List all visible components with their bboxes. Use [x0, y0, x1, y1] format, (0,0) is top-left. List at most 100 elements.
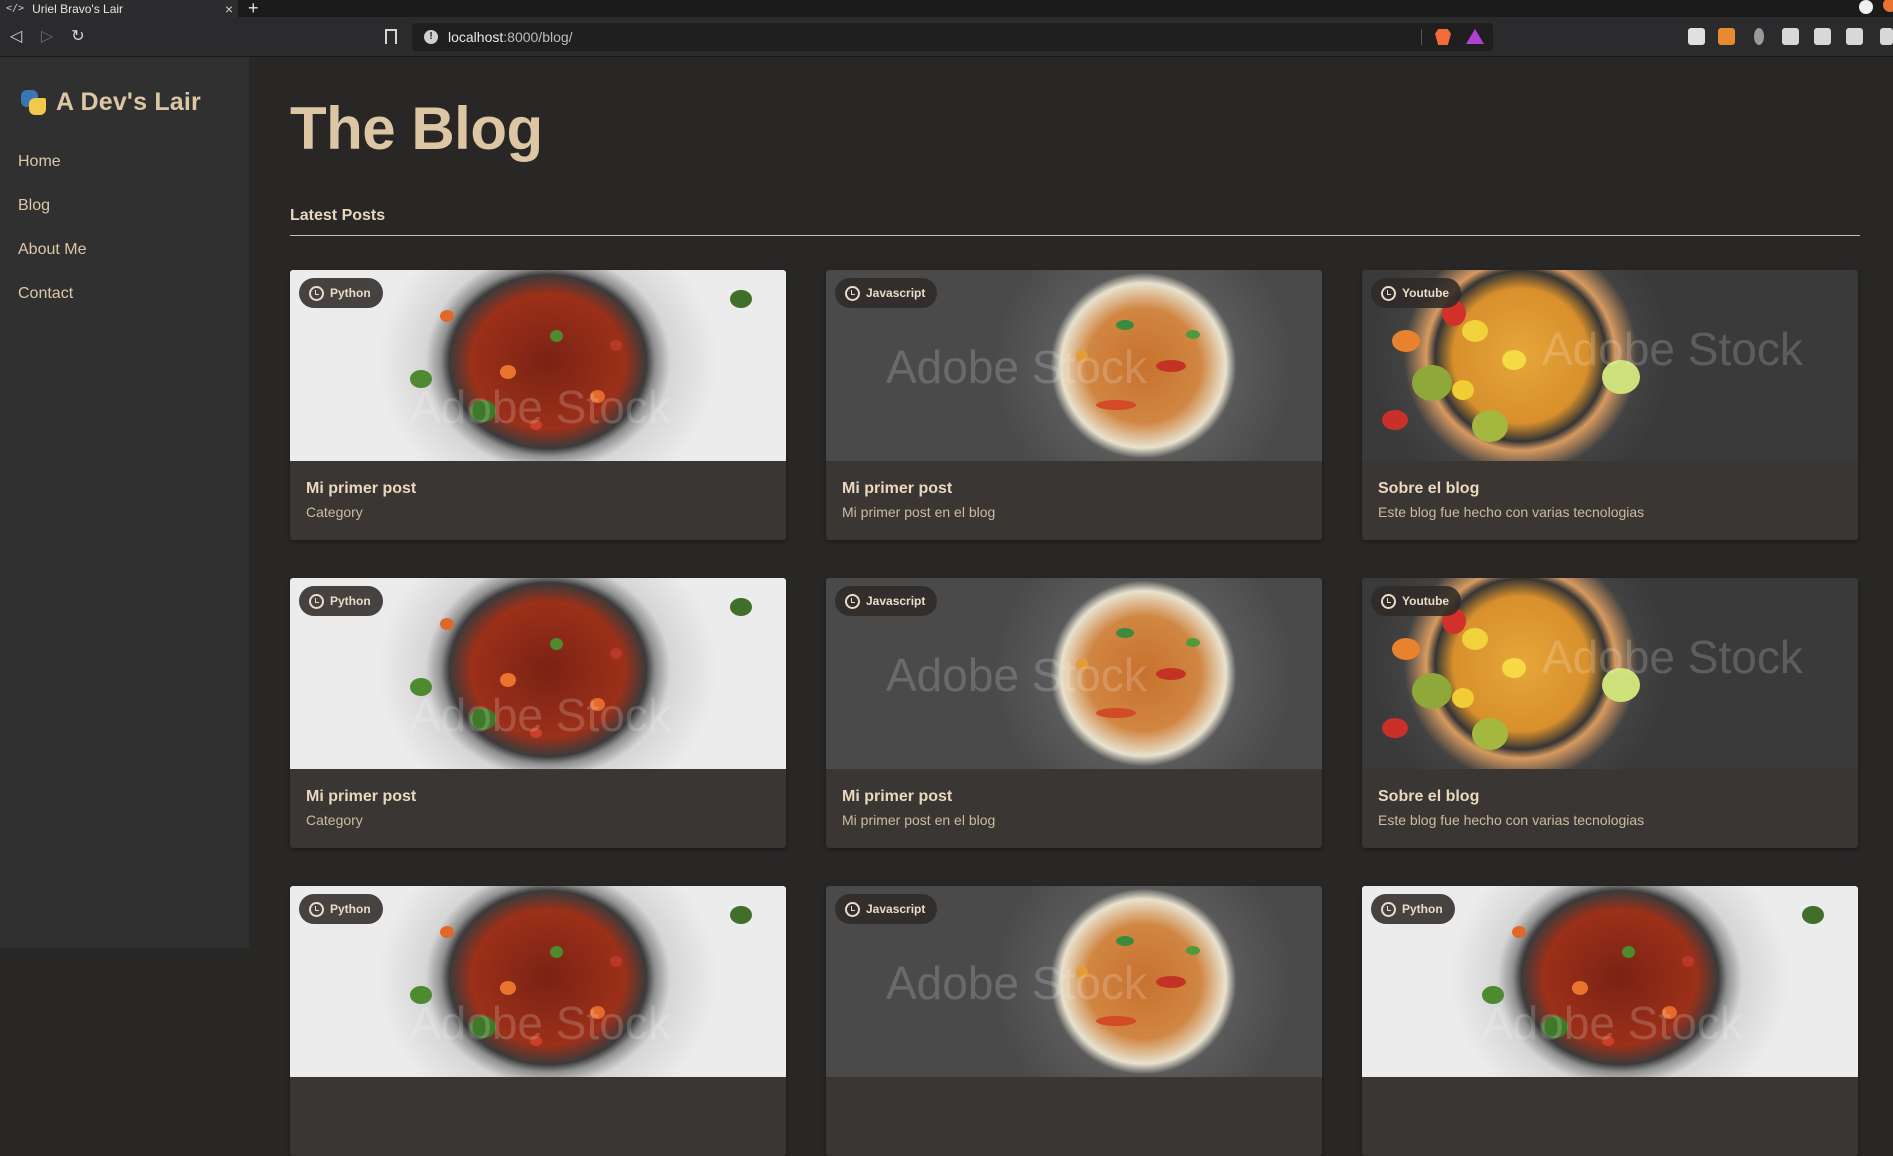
bookmark-icon[interactable]: [385, 29, 397, 44]
puzzle-icon[interactable]: [1782, 28, 1799, 45]
browser-toolbar: ◁ ▷ ↻ ! localhost:8000/blog/: [0, 17, 1893, 57]
category-label: Python: [330, 594, 371, 608]
post-thumbnail[interactable]: Adobe Stock Python: [290, 270, 786, 461]
brand-name: A Dev's Lair: [56, 87, 201, 116]
brand-link[interactable]: A Dev's Lair: [18, 87, 201, 117]
category-label: Python: [330, 902, 371, 916]
post-description: Mi primer post en el blog: [842, 812, 996, 828]
category-label: Javascript: [866, 902, 926, 916]
sidebar-item-contact[interactable]: Contact: [18, 284, 86, 328]
qr-code-icon[interactable]: [1688, 28, 1705, 45]
site-info-icon[interactable]: !: [424, 30, 438, 44]
category-badge[interactable]: Javascript: [835, 586, 938, 616]
section-title: Latest Posts: [290, 207, 386, 224]
category-badge[interactable]: Youtube: [1371, 586, 1462, 616]
post-thumbnail[interactable]: Adobe Stock Python: [290, 578, 786, 769]
category-badge[interactable]: Python: [299, 278, 383, 308]
profile-avatar[interactable]: [1883, 0, 1893, 12]
watermark: Adobe Stock: [410, 689, 671, 741]
extension-icon[interactable]: [1754, 28, 1764, 45]
watermark: Adobe Stock: [410, 381, 671, 433]
clock-icon: [1381, 285, 1396, 301]
wallet-icon[interactable]: [1846, 28, 1863, 45]
close-icon[interactable]: ×: [220, 1, 238, 17]
post-thumbnail[interactable]: Adobe Stock Youtube: [1362, 270, 1858, 461]
category-badge[interactable]: Python: [299, 894, 383, 924]
category-label: Python: [1402, 902, 1443, 916]
clock-icon: [309, 285, 324, 301]
category-badge[interactable]: Javascript: [835, 278, 938, 308]
forward-icon[interactable]: ▷: [37, 27, 57, 47]
browser-tab[interactable]: </> Uriel Bravo's Lair ×: [0, 0, 238, 17]
post-thumbnail[interactable]: Adobe Stock Youtube: [1362, 578, 1858, 769]
tab-search-icon[interactable]: [1859, 0, 1873, 14]
category-badge[interactable]: Python: [299, 586, 383, 616]
category-label: Javascript: [866, 286, 926, 300]
post-title[interactable]: Mi primer post: [842, 788, 995, 806]
url-divider: [1421, 29, 1422, 45]
post-title[interactable]: Mi primer post: [842, 480, 995, 498]
sidebar: A Dev's Lair Home Blog About Me Contact: [0, 57, 249, 948]
post-title[interactable]: Mi primer post: [306, 788, 416, 806]
post-description: Este blog fue hecho con varias tecnologi…: [1378, 812, 1645, 828]
post-title[interactable]: Sobre el blog: [1378, 480, 1644, 498]
category-label: Python: [330, 286, 371, 300]
post-card-body: Mi primer post Mi primer post en el blog: [842, 480, 995, 520]
post-card-body: Sobre el blog Este blog fue hecho con var…: [1378, 788, 1644, 828]
tab-title: Uriel Bravo's Lair: [32, 1, 124, 16]
watermark: Adobe Stock: [1542, 631, 1803, 683]
sidebar-item-blog[interactable]: Blog: [18, 196, 86, 240]
python-logo-icon: [18, 87, 48, 117]
category-badge[interactable]: Youtube: [1371, 278, 1462, 308]
watermark: Adobe Stock: [1482, 997, 1743, 1049]
page-title: The Blog: [290, 95, 543, 162]
reload-icon[interactable]: ↻: [68, 27, 88, 47]
url-text[interactable]: localhost:8000/blog/: [448, 29, 573, 45]
category-badge[interactable]: Python: [1371, 894, 1455, 924]
category-badge[interactable]: Javascript: [835, 894, 938, 924]
post-card[interactable]: Adobe Stock Javascript Mi primer post Mi pr…: [826, 270, 1322, 540]
address-bar[interactable]: ! localhost:8000/blog/: [412, 23, 1493, 51]
clock-icon: [845, 285, 860, 301]
sidebar-item-home[interactable]: Home: [18, 152, 86, 196]
clock-icon: [1381, 901, 1396, 917]
clock-icon: [1381, 593, 1396, 609]
category-label: Youtube: [1402, 594, 1450, 608]
post-card[interactable]: Adobe Stock Youtube Sobre el blog Este blog…: [1362, 270, 1858, 540]
post-thumbnail[interactable]: Adobe Stock Python: [1362, 886, 1858, 1077]
post-title[interactable]: Mi primer post: [306, 480, 416, 498]
post-card-body: Mi primer post Category: [306, 788, 416, 828]
post-thumbnail[interactable]: Adobe Stock Javascript: [826, 886, 1322, 1077]
code-icon: </>: [6, 3, 25, 14]
post-card-body: Mi primer post Mi primer post en el blog: [842, 788, 995, 828]
post-description: Category: [306, 812, 363, 828]
sidebar-item-about-me[interactable]: About Me: [18, 240, 86, 284]
post-thumbnail[interactable]: Adobe Stock Javascript: [826, 270, 1322, 461]
category-label: Javascript: [866, 594, 926, 608]
menu-icon[interactable]: [1880, 28, 1893, 45]
brave-rewards-icon[interactable]: [1466, 29, 1484, 44]
post-card[interactable]: Adobe Stock Youtube Sobre el blog Este blog…: [1362, 578, 1858, 848]
browser-tab-strip: </> Uriel Bravo's Lair × +: [0, 0, 1893, 18]
media-icon[interactable]: [1814, 28, 1831, 45]
clock-icon: [309, 593, 324, 609]
sidebar-nav: Home Blog About Me Contact: [18, 152, 86, 328]
clock-icon: [845, 593, 860, 609]
post-title[interactable]: Sobre el blog: [1378, 788, 1644, 806]
post-card[interactable]: Adobe Stock Python: [290, 886, 786, 1156]
post-card[interactable]: Adobe Stock Python Mi primer post Category: [290, 578, 786, 848]
back-icon[interactable]: ◁: [6, 27, 26, 47]
post-card[interactable]: Adobe Stock Python Mi primer post Category: [290, 270, 786, 540]
post-thumbnail[interactable]: Adobe Stock Python: [290, 886, 786, 1077]
watermark: Adobe Stock: [410, 997, 671, 1049]
post-thumbnail[interactable]: Adobe Stock Javascript: [826, 578, 1322, 769]
metamask-icon[interactable]: [1718, 28, 1735, 45]
post-card[interactable]: Adobe Stock Javascript Mi primer post Mi pr…: [826, 578, 1322, 848]
brave-shields-icon[interactable]: [1435, 29, 1451, 45]
post-card-body: Mi primer post Category: [306, 480, 416, 520]
watermark: Adobe Stock: [1542, 323, 1803, 375]
post-card-body: Sobre el blog Este blog fue hecho con var…: [1378, 480, 1644, 520]
clock-icon: [309, 901, 324, 917]
post-card[interactable]: Adobe Stock Javascript: [826, 886, 1322, 1156]
post-card[interactable]: Adobe Stock Python: [1362, 886, 1858, 1156]
